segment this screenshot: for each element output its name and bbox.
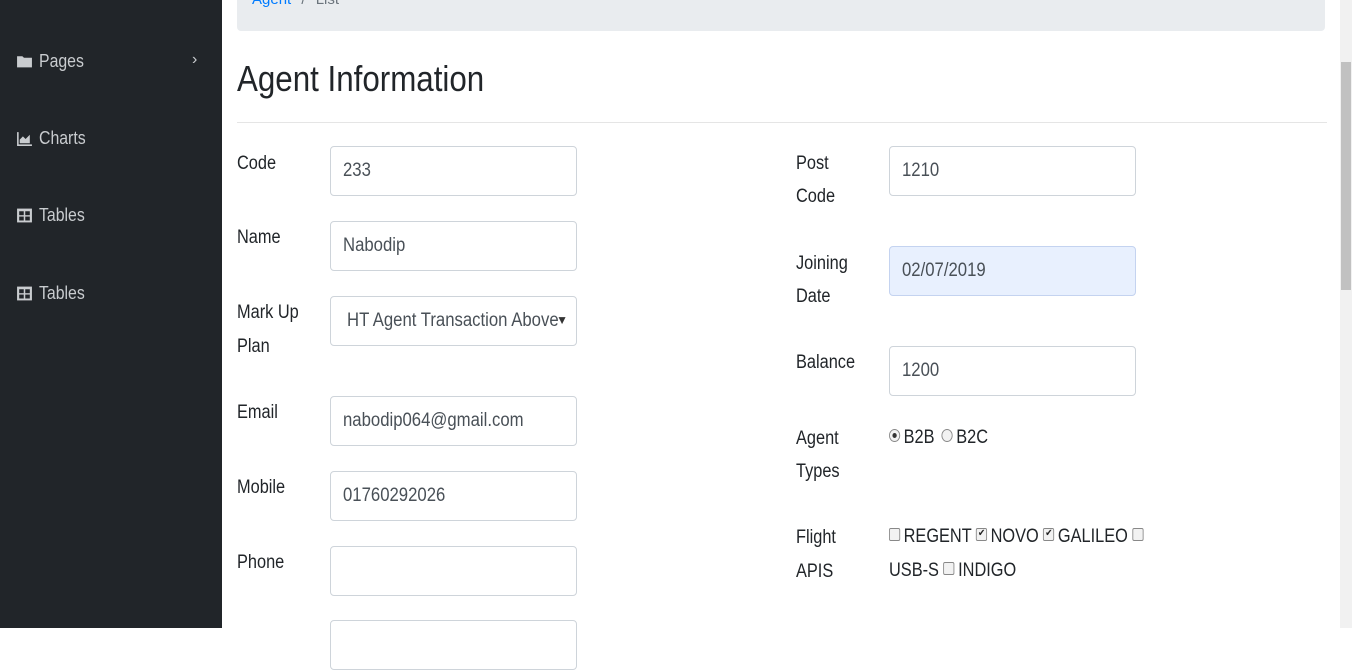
chevron-right-icon[interactable]: › [192, 51, 197, 69]
name-label: Name [237, 227, 281, 248]
postcode-field[interactable]: 1210 [889, 146, 1136, 196]
agent-types-options: B2B B2C [889, 421, 988, 454]
breadcrumb-separator: / [301, 0, 305, 8]
balance-value: 1200 [902, 360, 940, 381]
page-title: Agent Information [237, 58, 485, 99]
email-label: Email [237, 402, 278, 423]
folder-icon [17, 55, 32, 67]
flight-apis-label-line1: Flight [796, 527, 836, 548]
balance-field[interactable]: 1200 [889, 346, 1136, 396]
sidebar-item-charts[interactable]: Charts [16, 125, 92, 151]
email-value: nabodip064@gmail.com [343, 410, 524, 431]
table-icon [17, 208, 32, 222]
flight-apis-options-row2: USB-S INDIGO [889, 554, 1016, 587]
sidebar-item-label: Charts [39, 127, 86, 148]
markup-plan-value: HT Agent Transaction Above [347, 310, 559, 331]
sidebar-item-label: Tables [39, 282, 85, 303]
scrollbar[interactable] [1340, 0, 1352, 628]
checkbox-novo[interactable]: ✔ [975, 528, 988, 542]
postcode-value: 1210 [902, 160, 940, 181]
balance-label: Balance [796, 352, 856, 373]
markup-label-line1: Mark Up [237, 302, 299, 323]
name-field[interactable]: Nabodip [330, 221, 577, 271]
email-field[interactable]: nabodip064@gmail.com [330, 396, 577, 446]
checkbox-regent-label: REGENT [903, 526, 972, 547]
sidebar: Pages › Charts Tables Tables [0, 0, 222, 628]
phone-label: Phone [237, 552, 285, 573]
joining-date-label-line2: Date [796, 286, 831, 307]
breadcrumb-current: List [316, 0, 339, 8]
checkbox-galileo[interactable]: ✔ [1043, 528, 1055, 542]
code-field[interactable]: 233 [330, 146, 577, 196]
radio-b2c[interactable] [941, 429, 953, 443]
phone-field[interactable] [330, 546, 577, 596]
sidebar-item-label: Pages [39, 50, 84, 71]
checkbox-novo-label: NOVO [990, 526, 1039, 547]
code-label: Code [237, 153, 277, 174]
joining-date-value: 02/07/2019 [902, 260, 986, 281]
table-icon [17, 286, 32, 300]
joining-date-field[interactable]: 02/07/2019 [889, 246, 1136, 296]
radio-b2b[interactable] [889, 429, 901, 443]
code-value: 233 [343, 160, 371, 181]
joining-date-label-line1: Joining [796, 253, 848, 274]
markup-plan-select[interactable]: HT Agent Transaction Above ▼ [330, 296, 577, 346]
flight-apis-label-line2: APIS [796, 561, 834, 582]
mobile-field[interactable]: 01760292026 [330, 471, 577, 521]
markup-label-line2: Plan [237, 336, 270, 357]
checkbox-galileo-label: GALILEO [1057, 526, 1128, 547]
divider [237, 122, 1327, 123]
chevron-down-icon: ▼ [556, 313, 568, 327]
breadcrumb: Agent / List [237, 0, 1325, 31]
agent-types-label-line1: Agent [796, 428, 839, 449]
checkbox-usbs[interactable] [1132, 528, 1144, 542]
checkbox-regent[interactable] [889, 528, 901, 542]
radio-b2c-label: B2C [956, 427, 989, 448]
area-chart-icon [17, 131, 32, 146]
sidebar-item-label: Tables [39, 204, 85, 225]
sidebar-item-pages[interactable]: Pages [16, 48, 90, 74]
agent-types-label-line2: Types [796, 461, 840, 482]
postcode-label-line2: Code [796, 186, 836, 207]
checkbox-usbs-label: USB-S [889, 560, 939, 581]
scrollbar-thumb[interactable] [1341, 62, 1351, 290]
name-value: Nabodip [343, 235, 406, 256]
mobile-label: Mobile [237, 477, 286, 498]
mobile-value: 01760292026 [343, 485, 446, 506]
checkbox-indigo[interactable] [943, 562, 955, 576]
checkbox-indigo-label: INDIGO [958, 560, 1017, 581]
sidebar-item-tables[interactable]: Tables [16, 280, 91, 306]
breadcrumb-link-agent[interactable]: Agent [252, 0, 291, 8]
flight-apis-options-row1: REGENT ✔ NOVO ✔ GALILEO [889, 520, 1147, 553]
postcode-label-line1: Post [796, 153, 829, 174]
sidebar-item-tables[interactable]: Tables [16, 202, 91, 228]
radio-b2b-label: B2B [903, 427, 935, 448]
